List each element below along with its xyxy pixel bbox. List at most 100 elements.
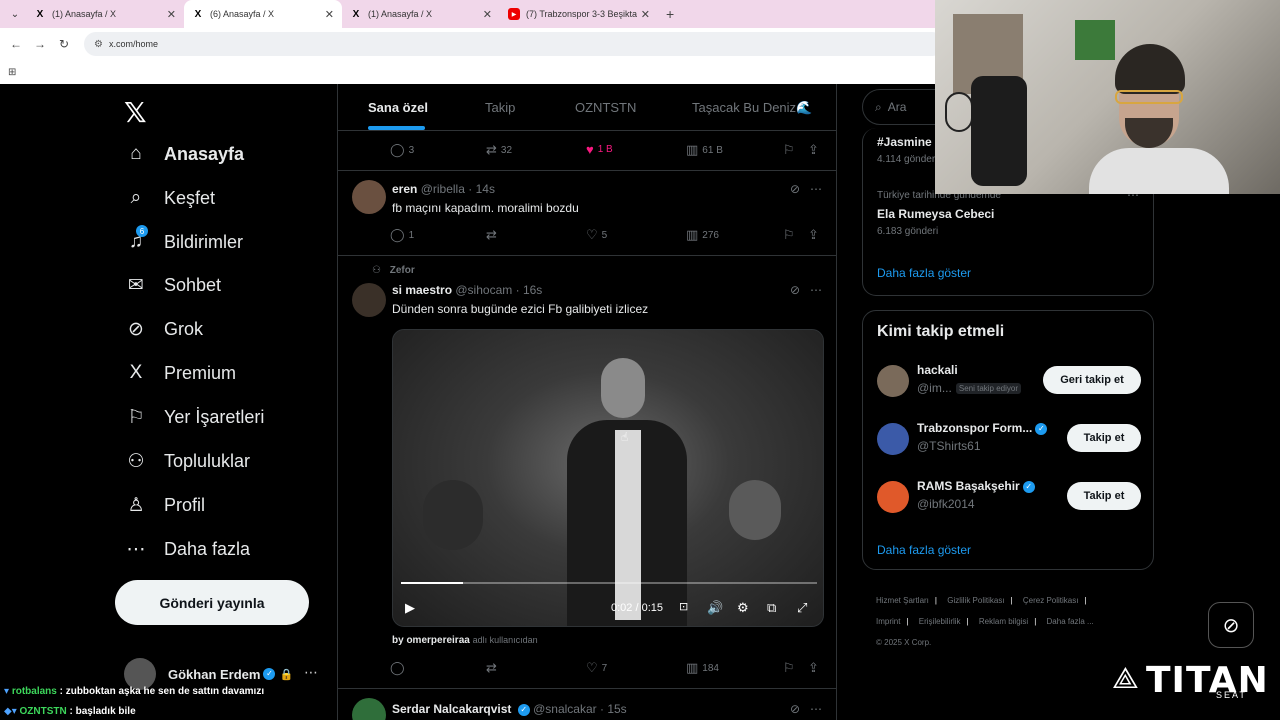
close-tab-icon[interactable]: ✕ [325,8,334,21]
fullscreen-icon[interactable]: ⤢ [797,600,807,616]
footer-link[interactable]: Hizmet Şartları [876,596,929,605]
video-player[interactable]: ☝ ▶ 0:02 / 0:15 ⊡ 🔊 ⚙ ⧉ ⤢ [392,329,824,627]
tab-for-you[interactable]: Sana özel [368,100,428,115]
close-tab-icon[interactable]: ✕ [483,8,492,21]
author-name[interactable]: eren [392,182,417,196]
tab-list-ozntstn[interactable]: OZNTSTN [575,100,636,115]
bookmark-button[interactable]: ⚐ [784,660,798,676]
tab-search-chevron-icon[interactable]: ⌄ [4,3,26,25]
footer-link[interactable]: Daha fazla ... [1047,617,1094,626]
grok-icon[interactable]: ⊘ [790,283,800,297]
like-button[interactable]: ♡ 7 [586,660,607,676]
author-handle[interactable]: @ribella [421,182,465,196]
footer-link[interactable]: Reklam bilgisi [979,617,1028,626]
follow-button[interactable]: Takip et [1067,424,1141,452]
grok-fab-icon[interactable]: ⊘ [1208,602,1254,648]
more-options-icon[interactable]: ⋯ [304,664,318,681]
footer-link[interactable]: Erişilebilirlik [919,617,961,626]
share-button[interactable]: ⇪ [808,142,823,158]
more-icon[interactable]: ⋯ [810,283,822,297]
volume-icon[interactable]: 🔊 [707,600,723,616]
suggestion-name[interactable]: hackali [917,363,958,377]
footer-link[interactable]: Gizlilik Politikası [947,596,1004,605]
follow-suggestion[interactable]: RAMS Başakşehir ✓ @ibfk2014 Takip et [877,479,1141,519]
sidebar-item-bell[interactable]: ♫ 6 Bildirimler [124,225,243,253]
views-button[interactable]: ▥ 276 [686,227,719,243]
back-icon[interactable]: ← [4,37,28,51]
trends-show-more-link[interactable]: Daha fazla göster [877,266,971,280]
repost-button[interactable]: ⇄ 32 [486,142,512,158]
reposted-by[interactable]: ⚇ Zefor [372,265,415,276]
credit-user[interactable]: by omerpereiraa [392,635,470,646]
like-button[interactable]: ♡ 5 [586,227,607,243]
site-info-icon[interactable]: ⚙ [94,39,103,50]
sidebar-item-more[interactable]: ⋯ Daha fazla [124,538,251,561]
author-name[interactable]: si maestro [392,283,452,297]
share-button[interactable]: ⇪ [808,227,823,243]
close-tab-icon[interactable]: ✕ [167,8,176,21]
avatar[interactable] [352,283,386,317]
post-time[interactable]: 14s [476,182,495,196]
views-button[interactable]: ▥ 61 B [686,142,723,158]
bookmark-button[interactable]: ⚐ [784,227,798,243]
post-button[interactable]: Gönderi yayınla [115,580,309,625]
views-button[interactable]: ▥ 184 [686,660,719,676]
trend-title[interactable]: #Jasmine [877,135,932,149]
footer-link[interactable]: Imprint [876,617,900,626]
follow-suggestion[interactable]: Trabzonspor Form... ✓ @TShirts61 Takip et [877,421,1141,461]
sidebar-item-home[interactable]: ⌂ Anasayfa [124,143,244,165]
avatar[interactable] [877,423,909,455]
more-icon[interactable]: ⋯ [810,702,822,716]
avatar[interactable] [352,180,386,214]
browser-tab-1[interactable]: X (1) Anasayfa / X ✕ [26,0,184,28]
reply-button[interactable]: ◯ [390,660,409,676]
browser-tab-3[interactable]: X (1) Anasayfa / X ✕ [342,0,500,28]
avatar[interactable] [877,481,909,513]
share-button[interactable]: ⇪ [808,660,823,676]
follow-show-more-link[interactable]: Daha fazla göster [877,543,971,557]
play-icon[interactable]: ▶ [405,600,415,616]
apps-grid-icon[interactable]: ⊞ [8,67,16,78]
grok-icon[interactable]: ⊘ [790,702,800,716]
url-field[interactable]: ⚙ x.com/home [84,32,944,56]
close-tab-icon[interactable]: ✕ [641,8,650,21]
reply-button[interactable]: ◯ 3 [390,142,414,158]
like-button[interactable]: ♥ 1 B [586,142,613,157]
forward-icon[interactable]: → [28,37,52,51]
video-progress-bar[interactable] [401,582,817,584]
suggestion-name-row[interactable]: Trabzonspor Form... ✓ [917,421,1048,435]
follow-back-button[interactable]: Geri takip et [1043,366,1141,394]
follow-suggestion[interactable]: hackali @im... Seni takip ediyor Geri tak… [877,363,1141,403]
author-handle[interactable]: @sihocam [455,283,512,297]
author-handle[interactable]: @snalcakar [533,702,597,716]
settings-icon[interactable]: ⚙ [737,600,749,616]
more-icon[interactable]: ⋯ [810,182,822,196]
sidebar-item-profile[interactable]: ♙ Profil [124,494,205,517]
repost-button[interactable]: ⇄ [486,660,501,676]
sidebar-item-communities[interactable]: ⚇ Topluluklar [124,450,250,473]
sidebar-item-search[interactable]: ⌕ Keşfet [124,187,215,209]
reload-icon[interactable]: ↻ [52,37,76,51]
captions-icon[interactable]: ⊡ [679,600,688,613]
footer-link[interactable]: Çerez Politikası [1023,596,1079,605]
follow-button[interactable]: Takip et [1067,482,1141,510]
pip-icon[interactable]: ⧉ [767,600,776,616]
sidebar-item-mail[interactable]: ✉ Sohbet [124,274,221,297]
sidebar-item-grok[interactable]: ⊘ Grok [124,318,203,341]
grok-icon[interactable]: ⊘ [790,182,800,196]
post-time[interactable]: 16s [523,283,542,297]
sidebar-item-x-premium[interactable]: X Premium [124,362,236,384]
tab-following[interactable]: Takip [485,100,515,115]
new-tab-icon[interactable]: + [666,6,674,22]
sidebar-item-bookmark[interactable]: ⚐ Yer İşaretleri [124,406,264,429]
post-time[interactable]: 15s [607,702,626,716]
avatar[interactable] [877,365,909,397]
reply-button[interactable]: ◯ 1 [390,227,414,243]
browser-tab-4[interactable]: ▶ (7) Trabzonspor 3-3 Beşiktaş | M ✕ [500,0,658,28]
x-logo-icon[interactable]: 𝕏 [124,96,147,129]
browser-tab-2[interactable]: X (6) Anasayfa / X ✕ [184,0,342,28]
trend-title[interactable]: Ela Rumeysa Cebeci [877,207,994,221]
repost-button[interactable]: ⇄ [486,227,501,243]
bookmark-button[interactable]: ⚐ [784,142,798,158]
tab-list-tasacak[interactable]: Taşacak Bu Deniz🌊 [692,100,812,116]
